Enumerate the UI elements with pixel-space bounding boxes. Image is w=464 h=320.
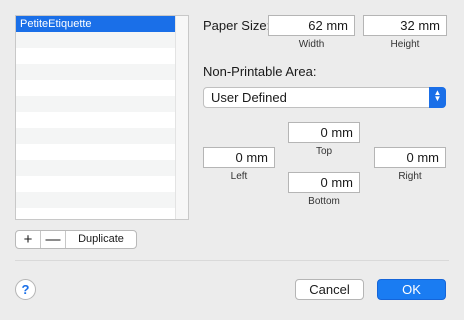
non-printable-popup[interactable]: User Defined ▲ ▼ (203, 87, 446, 108)
list-item-empty (16, 128, 188, 144)
top-caption: Top (315, 146, 333, 157)
list-item-empty (16, 64, 188, 80)
width-field[interactable]: 62 mm (268, 15, 355, 36)
list-controls: + — Duplicate (15, 230, 137, 249)
ok-button[interactable]: OK (377, 279, 446, 300)
list-item-empty (16, 48, 188, 64)
duplicate-button[interactable]: Duplicate (66, 231, 136, 248)
left-margin-field[interactable]: 0 mm (203, 147, 275, 168)
non-printable-area-label: Non-Printable Area: (203, 64, 317, 79)
top-margin-field[interactable]: 0 mm (288, 122, 360, 143)
bottom-margin-field[interactable]: 0 mm (288, 172, 360, 193)
help-button[interactable]: ? (15, 279, 36, 300)
right-caption: Right (398, 171, 422, 182)
footer-divider (15, 260, 449, 261)
remove-button[interactable]: — (41, 231, 66, 248)
right-margin-field[interactable]: 0 mm (374, 147, 446, 168)
list-item-empty (16, 144, 188, 160)
paper-size-label: Paper Size: (203, 18, 271, 33)
left-caption: Left (230, 171, 248, 182)
popup-value: User Defined (211, 90, 287, 105)
list-item-empty (16, 96, 188, 112)
popup-chevron-icon: ▲ ▼ (429, 87, 446, 108)
height-caption: Height (390, 39, 420, 50)
list-scrollbar[interactable] (175, 16, 188, 219)
list-item-empty (16, 80, 188, 96)
width-caption: Width (298, 39, 325, 50)
bottom-caption: Bottom (308, 196, 340, 207)
list-item-empty (16, 32, 188, 48)
add-button[interactable]: + (16, 231, 41, 248)
list-item-empty (16, 112, 188, 128)
list-item[interactable]: PetiteEtiquette (16, 16, 188, 32)
list-item-empty (16, 192, 188, 208)
cancel-button[interactable]: Cancel (295, 279, 364, 300)
paper-size-list[interactable]: PetiteEtiquette (15, 15, 189, 220)
list-item-empty (16, 160, 188, 176)
list-item-empty (16, 208, 188, 219)
list-item-empty (16, 176, 188, 192)
height-field[interactable]: 32 mm (363, 15, 447, 36)
